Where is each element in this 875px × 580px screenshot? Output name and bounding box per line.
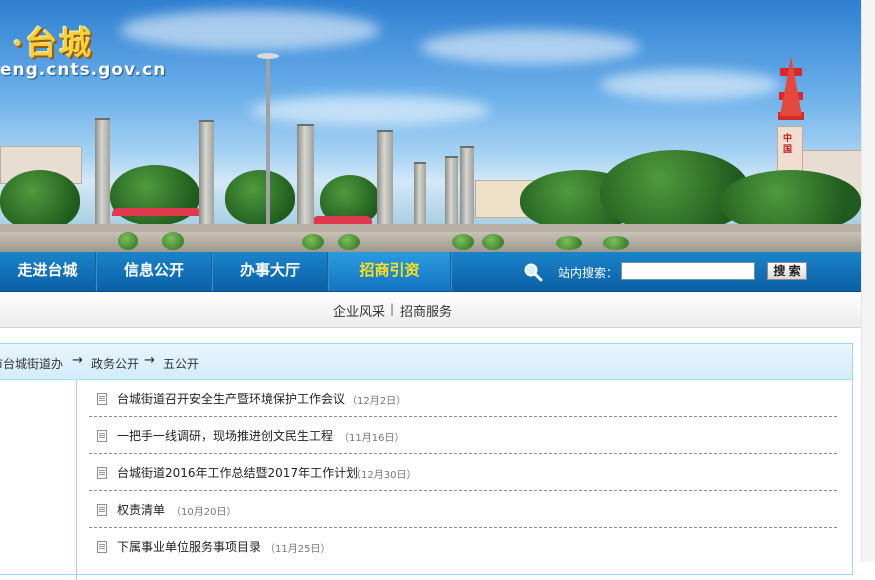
news-title-link[interactable]: 权责清单	[117, 501, 165, 518]
cloud	[250, 95, 490, 125]
lamp	[257, 53, 279, 59]
awning	[312, 216, 372, 224]
breadcrumb-item-current: 五公开	[163, 357, 200, 371]
nav-item-intro[interactable]: 走进台城	[0, 252, 95, 291]
news-date: （12月2日）	[347, 396, 407, 407]
news-title-link[interactable]: 下属事业单位服务事项目录	[117, 538, 261, 555]
breadcrumb-arrow: →	[144, 353, 155, 368]
news-date: （10月20日）	[171, 507, 237, 518]
nav-item-info[interactable]: 信息公开	[97, 252, 211, 291]
news-list-item: 一把手一线调研，现场推进创文民生工程 （11月16日）	[89, 417, 837, 454]
nav-separator	[450, 252, 452, 291]
subnav-link-enterprise[interactable]: 企业风采	[333, 301, 385, 320]
awning	[112, 208, 202, 216]
news-date: （11月25日）	[265, 544, 331, 555]
news-date: （11月16日）	[339, 433, 405, 444]
lamp-pole	[266, 58, 270, 238]
pillar	[377, 130, 393, 238]
shrub	[302, 234, 324, 250]
tower-spire	[780, 56, 802, 116]
content-panel: 市台城街道办 → 政务公开 → 五公开 台城街道召开安全生产暨环境保护工作会议 …	[0, 343, 853, 580]
document-icon	[97, 467, 107, 479]
subnav-separator: |	[390, 302, 395, 316]
shrub	[603, 236, 629, 250]
shrub	[338, 234, 360, 250]
page-scrollbar[interactable]	[861, 0, 875, 562]
tree	[720, 170, 861, 232]
magnifier-icon[interactable]	[523, 262, 543, 282]
pillar	[199, 120, 214, 238]
shrub	[118, 232, 138, 250]
breadcrumb: 市台城街道办 → 政务公开 → 五公开	[0, 344, 852, 380]
nav-item-services[interactable]: 办事大厅	[213, 252, 327, 291]
shrub	[452, 234, 474, 250]
site-title: ·台城	[12, 24, 94, 62]
sidebar-column	[0, 380, 77, 580]
document-icon	[97, 504, 107, 516]
subnav-link-investment-service[interactable]: 招商服务	[400, 301, 452, 320]
sub-nav: 企业风采 | 招商服务	[0, 292, 861, 328]
breadcrumb-arrow: →	[72, 353, 83, 368]
tree	[110, 165, 200, 225]
cloud	[420, 30, 640, 64]
tower-sign: 中国	[783, 134, 793, 155]
news-title-link[interactable]: 一把手一线调研，现场推进创文民生工程	[117, 427, 333, 444]
document-icon	[97, 541, 107, 553]
cloud	[120, 10, 380, 50]
news-list-item: 台城街道2016年工作总结暨2017年工作计划 （12月30日）	[89, 454, 837, 491]
nav-item-investment[interactable]: 招商引资	[329, 252, 450, 291]
header-banner: 中国 ·台城 eng.cnts.gov.cn	[0, 0, 861, 252]
news-list-item: 台城街道召开安全生产暨环境保护工作会议 （12月2日）	[89, 380, 837, 417]
shrub	[482, 234, 504, 250]
news-title-link[interactable]: 台城街道2016年工作总结暨2017年工作计划	[117, 464, 358, 481]
tree	[225, 170, 295, 225]
news-title-link[interactable]: 台城街道召开安全生产暨环境保护工作会议	[117, 390, 345, 407]
breadcrumb-item-office[interactable]: 市台城街道办	[0, 355, 63, 372]
cloud	[600, 70, 780, 100]
breadcrumb-item-gov-affairs[interactable]: 政务公开	[91, 355, 139, 372]
site-url: eng.cnts.gov.cn	[0, 60, 167, 80]
search-label: 站内搜索：	[558, 266, 619, 280]
pillar	[297, 124, 314, 238]
search-button[interactable]: 搜 索	[767, 262, 807, 280]
news-list-item: 权责清单 （10月20日）	[89, 491, 837, 528]
shrub	[556, 236, 582, 250]
document-icon	[97, 393, 107, 405]
tree	[0, 170, 80, 230]
search-input[interactable]	[621, 262, 755, 280]
pillar	[95, 118, 110, 238]
shrub	[162, 232, 184, 250]
news-date: （12月30日）	[351, 470, 417, 481]
news-list-item: 下属事业单位服务事项目录 （11月25日）	[89, 528, 837, 564]
document-icon	[97, 430, 107, 442]
